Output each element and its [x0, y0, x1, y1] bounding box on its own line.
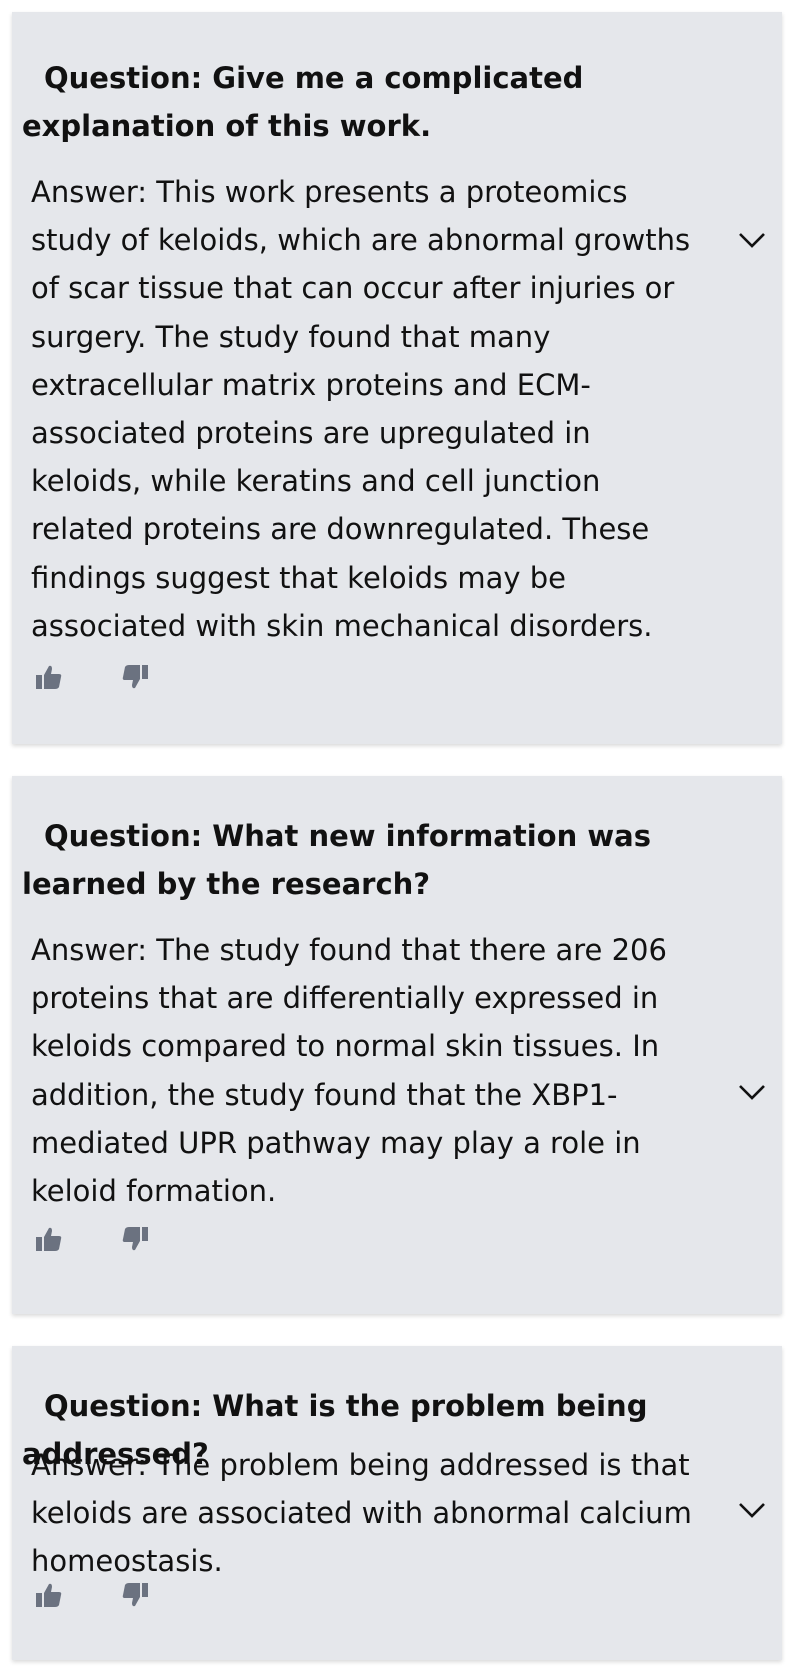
qa-card: Question: What new information was learn… — [12, 776, 782, 1314]
answer-text: Answer: The problem being addressed is t… — [31, 1448, 692, 1579]
thumbs-down-icon[interactable] — [120, 662, 150, 692]
answer-text: Answer: This work presents a proteomics … — [31, 175, 691, 643]
answer-row: Answer: The study found that there are 2… — [31, 926, 782, 1215]
qa-card: Question: Give me a complicated explanat… — [12, 12, 782, 744]
thumbs-up-icon[interactable] — [34, 1224, 64, 1254]
feedback-buttons — [34, 660, 150, 694]
answer-row: Answer: The problem being addressed is t… — [31, 1441, 782, 1586]
question-text: Question: What new information was learn… — [22, 819, 651, 901]
feedback-buttons — [34, 1222, 150, 1256]
question-text: Question: Give me a complicated explanat… — [22, 61, 584, 143]
answer-text: Answer: The study found that there are 2… — [31, 933, 667, 1209]
thumbs-down-icon[interactable] — [120, 1580, 150, 1610]
chevron-down-icon[interactable] — [738, 230, 766, 250]
chevron-down-icon[interactable] — [738, 1500, 766, 1520]
thumbs-up-icon[interactable] — [34, 1580, 64, 1610]
feedback-buttons — [34, 1578, 150, 1612]
chevron-down-icon[interactable] — [738, 1082, 766, 1102]
thumbs-down-icon[interactable] — [120, 1224, 150, 1254]
thumbs-up-icon[interactable] — [34, 662, 64, 692]
qa-card: Question: What is the problem being addr… — [12, 1346, 782, 1660]
answer-row: Answer: This work presents a proteomics … — [31, 168, 782, 650]
